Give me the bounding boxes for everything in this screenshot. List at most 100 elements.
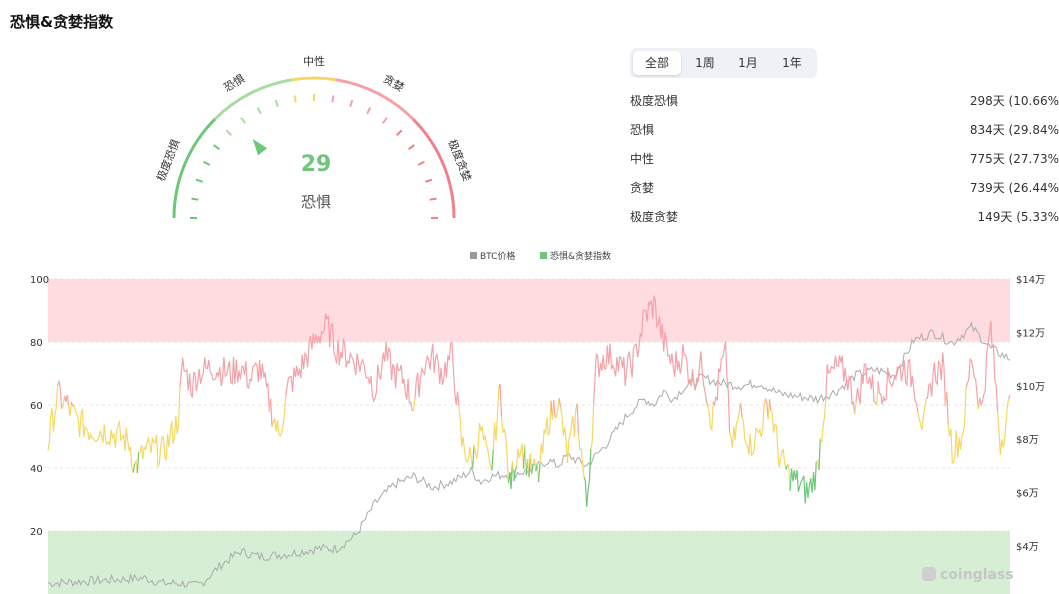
gauge-tick — [429, 197, 437, 201]
stat-label: 中性 — [630, 152, 655, 166]
chart-band — [48, 531, 1010, 594]
y-right-tick: $10万 — [1016, 382, 1045, 393]
index-line-segment — [539, 400, 552, 464]
index-line-segment — [729, 402, 742, 448]
gauge-arc-segment — [411, 117, 456, 219]
gauge-segment-label: 恐惧 — [221, 71, 247, 94]
legend-label: BTC价格 — [480, 250, 515, 262]
gauge-tick — [240, 117, 247, 124]
index-line-segment — [946, 391, 949, 425]
index-line-segment — [458, 405, 474, 469]
gauge-tick — [293, 95, 297, 103]
chart-band — [48, 279, 1010, 342]
stat-value: 739天 (26.44% — [969, 181, 1059, 195]
stat-label: 恐惧 — [630, 123, 655, 137]
gauge-tick — [191, 197, 199, 201]
gauge-tick — [381, 117, 388, 124]
y-left-tick: 80 — [30, 338, 43, 349]
stat-value: 149天 (5.33% — [977, 210, 1059, 224]
stat-value: 775天 (27.73% — [969, 152, 1059, 166]
gauge-segment-label: 极度贪婪 — [445, 137, 474, 183]
index-line-segment — [741, 398, 766, 457]
index-line-segment — [917, 398, 927, 431]
tab-1-year[interactable]: 1年 — [769, 51, 815, 75]
gauge-arc-segment — [291, 76, 337, 82]
tab-all[interactable]: 全部 — [633, 51, 681, 75]
sentiment-stats: 极度恐惧 298天 (10.66% 恐惧 834天 (29.84% 中性 775… — [630, 88, 1059, 233]
watermark-text: coinglass — [940, 567, 1014, 583]
y-left-tick: 100 — [30, 275, 49, 286]
y-axis-left: 100 80 60 40 20 — [30, 275, 49, 538]
index-line-segment — [965, 357, 979, 409]
index-line-segment — [61, 395, 66, 410]
legend-label: 恐惧&贪婪指数 — [550, 250, 611, 262]
index-line-segment — [947, 387, 967, 464]
gauge-tick — [349, 99, 354, 108]
index-line-segment — [179, 356, 270, 412]
tab-1-month[interactable]: 1月 — [725, 51, 771, 75]
gauge-pointer — [252, 138, 268, 156]
y-left-tick: 40 — [30, 464, 43, 475]
stat-value: 834天 (29.84% — [969, 123, 1059, 137]
index-line-segment — [411, 398, 416, 412]
index-line-segment — [787, 464, 791, 491]
y-right-tick: $8万 — [1016, 435, 1039, 446]
index-line-segment — [553, 400, 556, 418]
stat-extreme-greed: 极度贪婪 149天 (5.33% — [630, 204, 1059, 233]
index-line-segment — [558, 398, 562, 407]
stat-label: 极度恐惧 — [630, 94, 679, 108]
index-line-segment — [57, 379, 63, 409]
y-axis-right: $14万 $12万 $10万 $8万 $6万 $4万 — [1016, 275, 1045, 553]
index-line-segment — [270, 398, 273, 427]
index-line-segment — [271, 395, 287, 438]
coinglass-watermark: coinglass — [922, 567, 1014, 583]
index-line-segment — [507, 461, 514, 489]
gauge-tick — [225, 129, 232, 136]
gauge-tick — [396, 129, 403, 136]
index-line-segment — [740, 402, 743, 418]
index-line-segment — [583, 448, 592, 507]
gauge-arc-segment — [172, 117, 217, 219]
index-line-segment — [925, 352, 946, 407]
y-left-tick: 60 — [30, 401, 43, 412]
y-left-tick: 20 — [30, 527, 43, 538]
time-range-tabs: 全部 1周 1月 1年 — [630, 48, 817, 78]
index-line-segment — [472, 444, 475, 469]
index-line-segment — [513, 466, 518, 482]
gauge-tick — [417, 160, 425, 166]
index-line-segment — [997, 398, 1010, 456]
stat-label: 贪婪 — [630, 181, 655, 195]
index-line-segment — [492, 387, 500, 450]
index-line-segment — [819, 399, 827, 443]
legend-swatch — [540, 252, 547, 259]
y-right-tick: $6万 — [1016, 489, 1039, 500]
gauge-tick — [366, 107, 372, 115]
legend-swatch — [470, 252, 477, 259]
index-line-segment — [877, 358, 919, 413]
index-line-segment — [818, 438, 821, 471]
gauge-tick — [331, 95, 335, 103]
index-line-segment — [473, 423, 493, 471]
gauge-state-label: 恐惧 — [300, 193, 331, 211]
coinglass-logo-icon — [922, 567, 936, 581]
tab-1-week[interactable]: 1周 — [681, 51, 729, 75]
fear-greed-history-chart: BTC价格 恐惧&贪婪指数 100 80 60 40 20 $14万 $12万 $10万 $8万… — [30, 250, 1045, 594]
index-line-segment — [590, 404, 595, 450]
index-line-segment — [500, 416, 509, 483]
gauge-value: 29 — [300, 152, 332, 177]
index-line-segment — [764, 398, 769, 419]
index-line-segment — [531, 463, 534, 475]
gauge-segment-label: 贪婪 — [381, 71, 407, 94]
stat-extreme-fear: 极度恐惧 298天 (10.66% — [630, 88, 1059, 117]
stat-fear: 恐惧 834天 (29.84% — [630, 117, 1059, 146]
gauge-segment-label: 中性 — [303, 54, 325, 68]
index-line-segment — [516, 443, 525, 469]
index-line-segment — [854, 401, 857, 415]
index-line-segment — [576, 403, 580, 434]
stat-greed: 贪婪 739天 (26.44% — [630, 175, 1059, 204]
gauge-tick — [408, 144, 415, 151]
index-line-segment — [72, 404, 134, 473]
gauge-segment-label: 极度恐惧 — [153, 137, 182, 183]
gauge-tick — [203, 160, 211, 166]
stat-neutral: 中性 775天 (27.73% — [630, 146, 1059, 175]
